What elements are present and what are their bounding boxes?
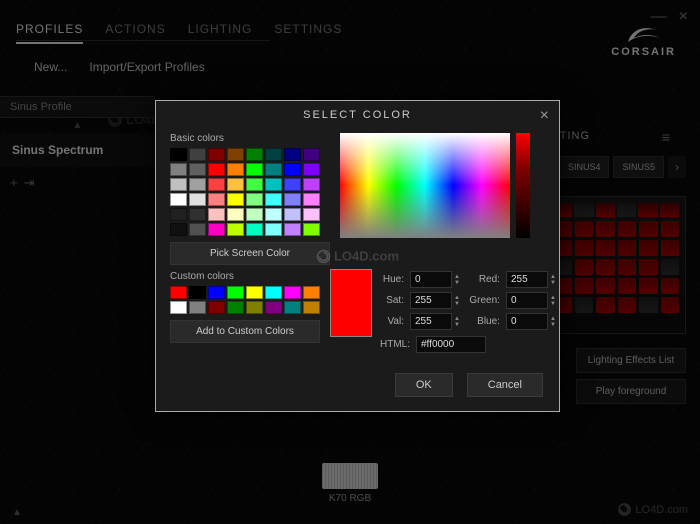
basic-swatch[interactable]: [170, 178, 187, 191]
custom-swatch[interactable]: [208, 301, 225, 314]
val-label: Val:: [380, 316, 404, 327]
basic-swatch[interactable]: [170, 208, 187, 221]
basic-swatch[interactable]: [227, 148, 244, 161]
basic-swatch[interactable]: [265, 208, 282, 221]
basic-swatch[interactable]: [246, 148, 263, 161]
basic-swatch[interactable]: [227, 178, 244, 191]
custom-colors-grid: [170, 286, 320, 314]
basic-swatch[interactable]: [284, 148, 301, 161]
basic-swatch[interactable]: [265, 193, 282, 206]
basic-swatch[interactable]: [170, 193, 187, 206]
basic-swatch[interactable]: [284, 223, 301, 236]
basic-swatch[interactable]: [208, 163, 225, 176]
hue-input[interactable]: [410, 271, 452, 288]
basic-colors-grid: [170, 148, 330, 236]
dialog-title: SELECT COLOR: [303, 109, 412, 121]
red-input[interactable]: [506, 271, 548, 288]
custom-swatch[interactable]: [246, 301, 263, 314]
sat-label: Sat:: [380, 295, 404, 306]
modal-overlay: SELECT COLOR × Basic colors Pick Screen …: [0, 0, 700, 524]
basic-swatch[interactable]: [265, 178, 282, 191]
basic-swatch[interactable]: [208, 178, 225, 191]
val-input[interactable]: [410, 313, 452, 330]
basic-swatch[interactable]: [303, 223, 320, 236]
basic-swatch[interactable]: [246, 223, 263, 236]
custom-swatch[interactable]: [189, 286, 206, 299]
dialog-close-icon[interactable]: ×: [540, 107, 549, 125]
html-label: HTML:: [380, 339, 410, 350]
green-input[interactable]: [506, 292, 548, 309]
red-label: Red:: [468, 274, 500, 285]
html-input[interactable]: [416, 336, 486, 353]
custom-swatch[interactable]: [189, 301, 206, 314]
basic-swatch[interactable]: [284, 163, 301, 176]
basic-swatch[interactable]: [246, 208, 263, 221]
basic-swatch[interactable]: [246, 178, 263, 191]
basic-swatch[interactable]: [303, 208, 320, 221]
basic-swatch[interactable]: [227, 163, 244, 176]
blue-label: Blue:: [468, 316, 500, 327]
custom-swatch[interactable]: [227, 301, 244, 314]
basic-swatch[interactable]: [284, 178, 301, 191]
custom-swatch[interactable]: [303, 301, 320, 314]
basic-swatch[interactable]: [189, 208, 206, 221]
basic-swatch[interactable]: [284, 208, 301, 221]
basic-swatch[interactable]: [170, 148, 187, 161]
custom-swatch[interactable]: [227, 286, 244, 299]
basic-swatch[interactable]: [265, 163, 282, 176]
basic-swatch[interactable]: [227, 193, 244, 206]
basic-swatch[interactable]: [189, 223, 206, 236]
basic-swatch[interactable]: [246, 193, 263, 206]
custom-swatch[interactable]: [303, 286, 320, 299]
basic-swatch[interactable]: [303, 178, 320, 191]
cancel-button[interactable]: Cancel: [467, 373, 543, 397]
green-label: Green:: [468, 295, 500, 306]
blue-input[interactable]: [506, 313, 548, 330]
custom-swatch[interactable]: [170, 301, 187, 314]
basic-swatch[interactable]: [265, 148, 282, 161]
ok-button[interactable]: OK: [395, 373, 453, 397]
basic-swatch[interactable]: [303, 193, 320, 206]
color-preview: [330, 269, 372, 337]
basic-swatch[interactable]: [170, 163, 187, 176]
color-gradient-field[interactable]: [340, 133, 510, 238]
custom-swatch[interactable]: [284, 301, 301, 314]
pick-screen-color-button[interactable]: Pick Screen Color: [170, 242, 330, 265]
basic-swatch[interactable]: [208, 208, 225, 221]
basic-swatch[interactable]: [170, 223, 187, 236]
basic-swatch[interactable]: [246, 163, 263, 176]
basic-swatch[interactable]: [227, 223, 244, 236]
hue-slider[interactable]: [516, 133, 530, 238]
basic-colors-label: Basic colors: [170, 133, 330, 144]
basic-swatch[interactable]: [208, 148, 225, 161]
custom-swatch[interactable]: [246, 286, 263, 299]
basic-swatch[interactable]: [208, 223, 225, 236]
basic-swatch[interactable]: [303, 163, 320, 176]
custom-swatch[interactable]: [265, 286, 282, 299]
basic-swatch[interactable]: [189, 178, 206, 191]
hue-label: Hue:: [380, 274, 404, 285]
basic-swatch[interactable]: [284, 193, 301, 206]
basic-swatch[interactable]: [189, 148, 206, 161]
custom-swatch[interactable]: [284, 286, 301, 299]
sat-input[interactable]: [410, 292, 452, 309]
custom-swatch[interactable]: [170, 286, 187, 299]
basic-swatch[interactable]: [189, 193, 206, 206]
custom-swatch[interactable]: [265, 301, 282, 314]
custom-colors-label: Custom colors: [170, 271, 320, 282]
basic-swatch[interactable]: [189, 163, 206, 176]
custom-swatch[interactable]: [208, 286, 225, 299]
basic-swatch[interactable]: [303, 148, 320, 161]
select-color-dialog: SELECT COLOR × Basic colors Pick Screen …: [155, 100, 560, 412]
add-custom-colors-button[interactable]: Add to Custom Colors: [170, 320, 320, 343]
basic-swatch[interactable]: [227, 208, 244, 221]
basic-swatch[interactable]: [265, 223, 282, 236]
basic-swatch[interactable]: [208, 193, 225, 206]
